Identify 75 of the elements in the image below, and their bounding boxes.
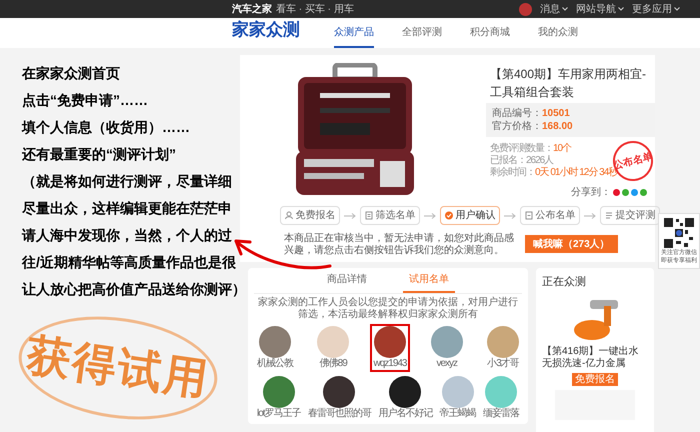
site-logo[interactable]: 家家众测 <box>232 16 300 42</box>
avatar-placeholder <box>486 326 519 358</box>
step-tab[interactable]: 免费报名 <box>280 206 340 225</box>
nav-tab[interactable]: 全部评测 <box>402 25 442 48</box>
guide-text: （就是将如何进行测评，尽量详细 <box>22 172 233 191</box>
applicant-card[interactable]: 帝王蝎蝎 <box>436 374 479 422</box>
avatar-placeholder <box>389 376 422 408</box>
nav-tab[interactable]: 我的众测 <box>538 25 578 48</box>
applicant-card[interactable]: 佛佛89 <box>314 324 352 372</box>
list-icon <box>364 211 372 220</box>
applicant-card[interactable]: 小3才哥 <box>484 324 522 372</box>
step-tab[interactable]: 筛选名单 <box>360 206 420 225</box>
product-title: 【第400期】车用家用两相宜-工具箱组合套装 <box>490 66 648 101</box>
arrow-icon <box>504 212 516 218</box>
site-brand[interactable]: 汽车之家 <box>232 2 272 16</box>
guide-text: 点击“免费申请”…… <box>22 91 149 110</box>
applicant-card[interactable]: 缅妾雷落 <box>480 374 522 422</box>
avatar-placeholder <box>485 376 517 408</box>
guide-text: 还有最重要的“测评计划” <box>22 145 177 164</box>
spec-text: 官方价格：168.00 <box>492 120 574 133</box>
guide-text: 请人海中发现你，当然，个人的过 <box>22 226 233 245</box>
doc-icon <box>524 211 532 220</box>
site-tagline: 看车 · 买车 · 用车 <box>276 2 354 16</box>
guide-text: 让人放心把高价值产品送给你测评） <box>22 280 240 299</box>
caret-icon <box>562 7 568 11</box>
edit-icon <box>604 211 612 220</box>
avatar-placeholder <box>317 326 350 358</box>
intro-text: 家家众测的工作人员会以您提交的申请为依据，对用户进行筛选，本活动最终解释权归家家众测所有 <box>257 297 519 321</box>
check-icon <box>444 211 452 220</box>
stat-text: 已报名：2626人 <box>490 155 554 166</box>
avatar-placeholder <box>430 326 463 358</box>
share-label: 分享到： <box>571 186 611 200</box>
qr-code-icon <box>663 217 695 249</box>
guide-text: 往/近期精华帖等高质量作品也是很 <box>22 253 237 272</box>
notice-text: 本商品正在审核当中，暂无法申请，如您对此商品感兴趣，请您点击右侧按钮告诉我们您的众测意向。 <box>284 233 514 257</box>
caret-icon <box>674 7 680 11</box>
applicant-card[interactable]: lot罗马王子 <box>254 374 304 422</box>
step-tab[interactable]: 用户确认 <box>440 206 500 225</box>
avatar-placeholder <box>262 376 295 408</box>
arrow-icon <box>584 212 596 218</box>
guide-text: 在家家众测首页 <box>22 64 121 83</box>
guide-text: 填个人信息（收货用）…… <box>22 118 191 137</box>
arrow-icon <box>424 212 436 218</box>
menu-dropdown[interactable]: 网站导航 <box>576 2 624 16</box>
applicant-card[interactable]: 春雷哥也照的哥 <box>304 374 374 422</box>
share-icon[interactable] <box>622 189 629 196</box>
arrow-icon <box>344 212 356 218</box>
guide-text: 尽量出众，这样编辑更能在茫茫申 <box>22 199 233 218</box>
panel-title: 正在众测 <box>542 275 587 290</box>
item-title: 【第416期】一键出水无损洗速-亿力金属 <box>542 346 640 370</box>
detail-tab[interactable]: 商品详情 <box>321 268 373 293</box>
applicant-card[interactable]: 用户名不好记 <box>375 374 436 422</box>
want-button[interactable]: 喊我嘛（273人） <box>525 235 618 253</box>
avatar-placeholder <box>442 376 474 408</box>
applicant-card[interactable]: 机械公教 <box>254 324 296 372</box>
share-icon[interactable] <box>640 189 647 196</box>
spec-text: 商品编号：10501 <box>492 107 571 120</box>
applicant-card[interactable]: vexyz <box>428 324 466 372</box>
avatar-icon[interactable] <box>519 2 532 16</box>
share-icon[interactable] <box>631 189 638 196</box>
avatar-placeholder <box>374 326 406 358</box>
applicant-card[interactable]: wqz1943 <box>370 324 410 372</box>
share-icon[interactable] <box>613 189 620 196</box>
step-tab[interactable]: 公布名单 <box>520 206 580 225</box>
person-icon <box>284 211 292 220</box>
stat-text: 免费评测数量：10个 <box>490 143 572 154</box>
avatar-placeholder <box>259 326 291 358</box>
caret-icon <box>618 7 624 11</box>
detail-tab[interactable]: 试用名单 <box>403 268 455 293</box>
signup-button[interactable]: 免费报名 <box>572 372 618 386</box>
avatar-placeholder <box>323 376 356 408</box>
menu-dropdown[interactable]: 消息 <box>540 2 568 16</box>
nav-tab[interactable]: 众测产品 <box>334 25 374 48</box>
nav-tab[interactable]: 积分商城 <box>470 25 510 48</box>
menu-dropdown[interactable]: 更多应用 <box>632 2 680 16</box>
